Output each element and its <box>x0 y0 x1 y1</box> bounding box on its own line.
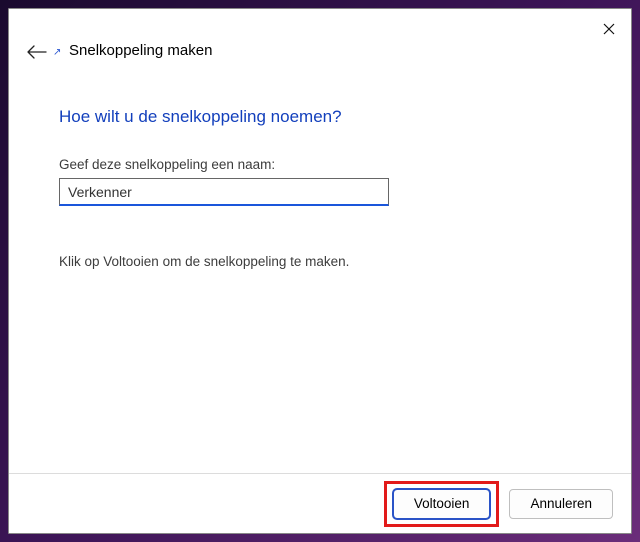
name-field-label: Geef deze snelkoppeling een naam: <box>59 157 591 172</box>
dialog-title: Snelkoppeling maken <box>69 42 212 59</box>
finish-button[interactable]: Voltooien <box>393 489 491 519</box>
page-heading: Hoe wilt u de snelkoppeling noemen? <box>59 107 591 127</box>
shortcut-name-input[interactable] <box>59 178 389 206</box>
cancel-button[interactable]: Annuleren <box>509 489 613 519</box>
button-bar: Voltooien Annuleren <box>9 473 631 533</box>
close-icon[interactable] <box>593 15 625 43</box>
create-shortcut-dialog: ↗ Snelkoppeling maken Hoe wilt u de snel… <box>8 8 632 534</box>
finish-button-highlight: Voltooien <box>384 481 500 527</box>
back-arrow-icon[interactable] <box>27 43 47 64</box>
shortcut-arrow-icon: ↗ <box>53 47 61 58</box>
finish-instruction: Klik op Voltooien om de snelkoppeling te… <box>59 254 591 269</box>
